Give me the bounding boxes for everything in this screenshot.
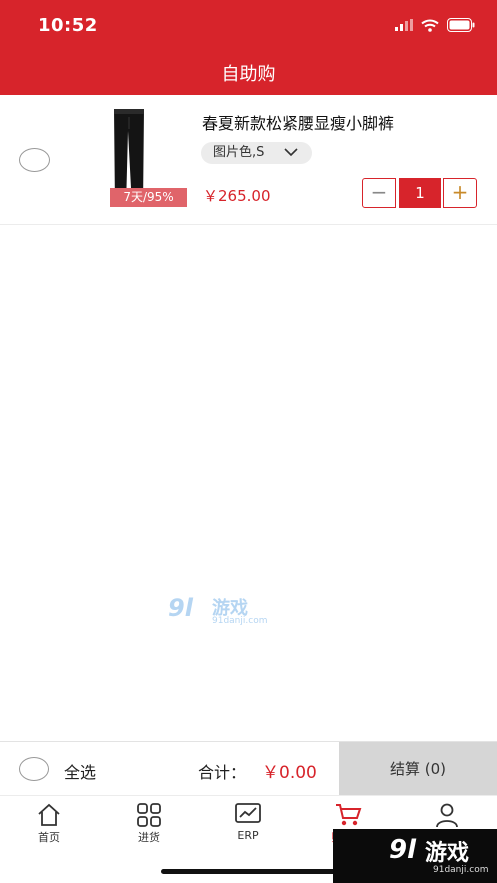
rental-badge: 7天/95% <box>110 188 187 207</box>
watermark-logo: 9l 游戏 91danji.com <box>168 594 268 630</box>
chart-icon <box>235 803 261 823</box>
chevron-down-icon <box>284 148 298 157</box>
item-title[interactable]: 春夏新款松紧腰显瘦小脚裤 <box>202 110 394 134</box>
item-price: ￥265.00 <box>203 187 271 205</box>
total-amount: ￥0.00 <box>262 763 317 783</box>
tab-restock-label: 进货 <box>138 831 160 844</box>
battery-icon <box>447 18 475 32</box>
signal-icon <box>395 19 413 31</box>
watermark-corner-mark: 9l <box>389 835 417 865</box>
watermark-corner: 9l 游戏 91danji.com <box>333 829 497 883</box>
cart-item: 7天/95% 春夏新款松紧腰显瘦小脚裤 图片色,S ￥265.00 − 1 + <box>0 95 497 225</box>
status-bar: 10:52 <box>0 0 497 50</box>
decrease-quantity-button[interactable]: − <box>362 178 396 208</box>
quantity-stepper: − 1 + <box>362 178 477 208</box>
watermark-logo-url: 91danji.com <box>212 616 268 626</box>
tab-restock[interactable]: 进货 <box>109 802 189 846</box>
increase-quantity-button[interactable]: + <box>443 178 477 208</box>
total-label: 合计： <box>198 763 247 782</box>
watermark-corner-text: 游戏 <box>425 841 470 866</box>
tab-home[interactable]: 首页 <box>9 802 89 846</box>
select-all-label[interactable]: 全选 <box>64 759 96 783</box>
page-title: 自助购 <box>221 64 276 85</box>
cart-icon <box>336 804 362 826</box>
quantity-value[interactable]: 1 <box>399 178 441 208</box>
cart-summary-bar: 全选 合计： ￥0.00 结算 (0) <box>0 741 497 796</box>
tab-erp[interactable]: ERP <box>208 802 288 846</box>
status-icons <box>395 17 475 33</box>
user-icon <box>436 803 458 828</box>
spec-select[interactable]: 图片色,S <box>201 142 312 164</box>
app-header: 10:52 自助购 <box>0 0 497 95</box>
tab-home-label: 首页 <box>38 831 60 844</box>
home-icon <box>38 803 60 826</box>
select-all-checkbox[interactable] <box>19 757 49 781</box>
status-time: 10:52 <box>38 15 98 36</box>
grid-icon <box>137 803 161 827</box>
checkout-button[interactable]: 结算 (0) <box>339 742 497 796</box>
wifi-icon <box>421 19 439 32</box>
spec-value: 图片色,S <box>213 145 265 160</box>
home-indicator <box>161 869 337 874</box>
tab-erp-label: ERP <box>237 829 259 842</box>
watermark-corner-url: 91danji.com <box>433 865 489 875</box>
item-select-checkbox[interactable] <box>19 148 50 172</box>
watermark-logo-mark: 9l <box>168 594 193 622</box>
